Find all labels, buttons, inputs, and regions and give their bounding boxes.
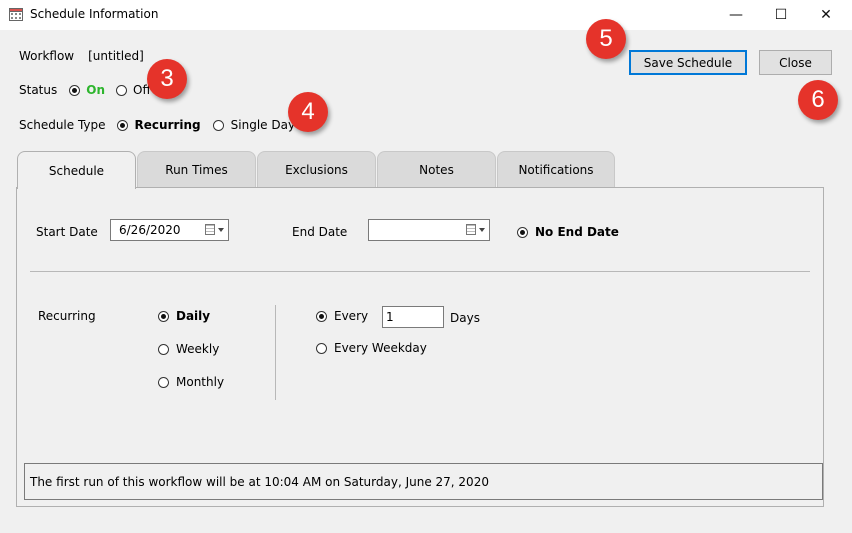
callout-badge-5: 5: [586, 19, 626, 59]
radio-icon: [316, 342, 327, 354]
radio-icon: [517, 226, 528, 238]
vertical-divider: [275, 305, 276, 400]
window-title: Schedule Information: [30, 7, 159, 21]
maximize-button[interactable]: ☐: [758, 0, 804, 30]
calendar-icon: [466, 224, 476, 235]
tab-exclusions[interactable]: Exclusions: [257, 151, 376, 187]
start-date-value: 6/26/2020: [119, 223, 181, 237]
days-label: Days: [450, 311, 480, 325]
close-icon: ✕: [820, 7, 832, 23]
radio-icon: [116, 84, 127, 96]
tab-notes[interactable]: Notes: [377, 151, 496, 187]
radio-icon: [316, 310, 327, 322]
monthly-radio[interactable]: Monthly: [158, 375, 224, 389]
first-run-message-box: The first run of this workflow will be a…: [24, 463, 823, 500]
start-date-picker[interactable]: 6/26/2020: [110, 219, 229, 241]
workflow-name: [untitled]: [88, 49, 144, 63]
every-weekday-radio[interactable]: Every Weekday: [316, 341, 427, 355]
minimize-button[interactable]: —: [713, 0, 759, 30]
start-date-label: Start Date: [36, 225, 98, 239]
status-label: Status: [19, 83, 58, 97]
no-end-date-label: No End Date: [535, 225, 619, 239]
end-date-label: End Date: [292, 225, 348, 239]
every-days-input[interactable]: 1: [382, 306, 444, 328]
recurring-label: Recurring: [38, 309, 96, 323]
every-weekday-label: Every Weekday: [334, 341, 427, 355]
recurring-type-radio[interactable]: Recurring: [116, 118, 201, 132]
tab-run-times[interactable]: Run Times: [137, 151, 256, 187]
close-button[interactable]: Close: [759, 50, 832, 75]
status-on-label: On: [86, 83, 105, 97]
maximize-icon: ☐: [774, 7, 788, 23]
tab-notifications[interactable]: Notifications: [497, 151, 615, 187]
status-off-radio[interactable]: Off: [116, 83, 151, 97]
divider: [30, 271, 810, 272]
callout-badge-6: 6: [798, 80, 838, 120]
schedule-type-label: Schedule Type: [19, 118, 106, 132]
radio-icon: [116, 119, 128, 131]
calendar-icon: [9, 8, 23, 21]
daily-radio[interactable]: Daily: [158, 309, 210, 323]
close-window-button[interactable]: ✕: [803, 0, 849, 30]
callout-badge-4: 4: [288, 92, 328, 132]
single-day-radio[interactable]: Single Day: [212, 118, 296, 132]
no-end-date-radio[interactable]: No End Date: [517, 225, 619, 239]
first-run-message: The first run of this workflow will be a…: [30, 474, 489, 489]
schedule-type-row: Schedule Type Recurring Single Day: [19, 118, 295, 132]
monthly-label: Monthly: [176, 375, 225, 389]
workflow-label: Workflow: [19, 49, 75, 63]
radio-icon: [69, 84, 81, 96]
recurring-type-label: Recurring: [134, 118, 201, 132]
weekly-radio[interactable]: Weekly: [158, 342, 219, 356]
workflow-row: Workflow [untitled]: [19, 49, 144, 63]
calendar-icon: [205, 224, 215, 235]
every-label: Every: [334, 309, 369, 323]
status-on-radio[interactable]: On: [69, 83, 105, 97]
chevron-down-icon: [218, 228, 224, 232]
radio-icon: [212, 119, 224, 131]
radio-icon: [158, 376, 169, 388]
every-radio[interactable]: Every: [316, 309, 368, 323]
chevron-down-icon: [479, 228, 485, 232]
single-day-label: Single Day: [230, 118, 296, 132]
save-schedule-button[interactable]: Save Schedule: [629, 50, 747, 75]
title-bar: Schedule Information — ☐ ✕: [0, 0, 852, 30]
tab-schedule[interactable]: Schedule: [17, 151, 136, 189]
callout-badge-3: 3: [147, 59, 187, 99]
end-date-picker[interactable]: [368, 219, 490, 241]
weekly-label: Weekly: [176, 342, 220, 356]
status-row: Status On Off: [19, 83, 151, 97]
radio-icon: [158, 310, 169, 322]
radio-icon: [158, 343, 169, 355]
daily-label: Daily: [176, 309, 211, 323]
minimize-icon: —: [729, 7, 743, 23]
